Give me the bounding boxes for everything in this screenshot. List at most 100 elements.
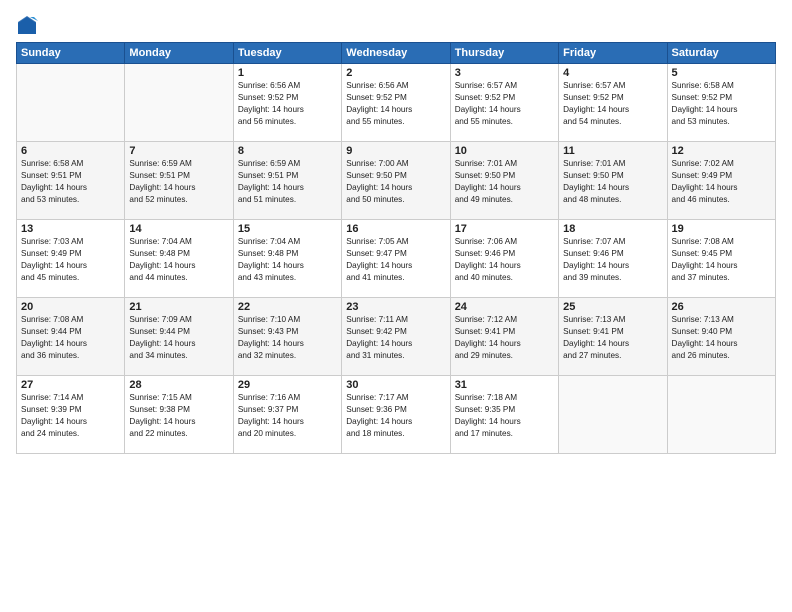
day-info: Sunrise: 6:56 AM Sunset: 9:52 PM Dayligh…	[346, 80, 445, 128]
calendar-cell: 5Sunrise: 6:58 AM Sunset: 9:52 PM Daylig…	[667, 64, 775, 142]
day-number: 26	[672, 301, 771, 313]
day-number: 24	[455, 301, 554, 313]
calendar-week-row: 27Sunrise: 7:14 AM Sunset: 9:39 PM Dayli…	[17, 376, 776, 454]
calendar-cell: 17Sunrise: 7:06 AM Sunset: 9:46 PM Dayli…	[450, 220, 558, 298]
day-info: Sunrise: 7:18 AM Sunset: 9:35 PM Dayligh…	[455, 392, 554, 440]
calendar-cell: 7Sunrise: 6:59 AM Sunset: 9:51 PM Daylig…	[125, 142, 233, 220]
day-number: 29	[238, 379, 337, 391]
calendar-cell: 30Sunrise: 7:17 AM Sunset: 9:36 PM Dayli…	[342, 376, 450, 454]
calendar-cell: 18Sunrise: 7:07 AM Sunset: 9:46 PM Dayli…	[559, 220, 667, 298]
day-number: 28	[129, 379, 228, 391]
day-number: 13	[21, 223, 120, 235]
calendar-cell: 15Sunrise: 7:04 AM Sunset: 9:48 PM Dayli…	[233, 220, 341, 298]
day-info: Sunrise: 6:58 AM Sunset: 9:51 PM Dayligh…	[21, 158, 120, 206]
day-number: 5	[672, 67, 771, 79]
calendar-cell: 14Sunrise: 7:04 AM Sunset: 9:48 PM Dayli…	[125, 220, 233, 298]
day-info: Sunrise: 6:57 AM Sunset: 9:52 PM Dayligh…	[455, 80, 554, 128]
calendar-table: SundayMondayTuesdayWednesdayThursdayFrid…	[16, 42, 776, 454]
calendar-cell: 24Sunrise: 7:12 AM Sunset: 9:41 PM Dayli…	[450, 298, 558, 376]
day-number: 15	[238, 223, 337, 235]
weekday-header-tuesday: Tuesday	[233, 43, 341, 64]
day-number: 1	[238, 67, 337, 79]
day-number: 3	[455, 67, 554, 79]
day-info: Sunrise: 7:04 AM Sunset: 9:48 PM Dayligh…	[129, 236, 228, 284]
day-number: 2	[346, 67, 445, 79]
day-info: Sunrise: 7:03 AM Sunset: 9:49 PM Dayligh…	[21, 236, 120, 284]
day-number: 8	[238, 145, 337, 157]
day-number: 27	[21, 379, 120, 391]
calendar-cell	[17, 64, 125, 142]
day-number: 16	[346, 223, 445, 235]
day-info: Sunrise: 7:06 AM Sunset: 9:46 PM Dayligh…	[455, 236, 554, 284]
calendar-cell	[559, 376, 667, 454]
day-info: Sunrise: 7:02 AM Sunset: 9:49 PM Dayligh…	[672, 158, 771, 206]
day-info: Sunrise: 7:08 AM Sunset: 9:44 PM Dayligh…	[21, 314, 120, 362]
weekday-header-monday: Monday	[125, 43, 233, 64]
day-number: 14	[129, 223, 228, 235]
day-number: 19	[672, 223, 771, 235]
calendar-cell: 21Sunrise: 7:09 AM Sunset: 9:44 PM Dayli…	[125, 298, 233, 376]
weekday-header-friday: Friday	[559, 43, 667, 64]
day-number: 23	[346, 301, 445, 313]
calendar-cell: 11Sunrise: 7:01 AM Sunset: 9:50 PM Dayli…	[559, 142, 667, 220]
calendar-cell: 8Sunrise: 6:59 AM Sunset: 9:51 PM Daylig…	[233, 142, 341, 220]
day-info: Sunrise: 7:07 AM Sunset: 9:46 PM Dayligh…	[563, 236, 662, 284]
weekday-header-sunday: Sunday	[17, 43, 125, 64]
calendar-cell: 6Sunrise: 6:58 AM Sunset: 9:51 PM Daylig…	[17, 142, 125, 220]
day-number: 10	[455, 145, 554, 157]
weekday-header-saturday: Saturday	[667, 43, 775, 64]
day-info: Sunrise: 7:13 AM Sunset: 9:41 PM Dayligh…	[563, 314, 662, 362]
calendar-cell	[125, 64, 233, 142]
calendar-week-row: 6Sunrise: 6:58 AM Sunset: 9:51 PM Daylig…	[17, 142, 776, 220]
weekday-header-wednesday: Wednesday	[342, 43, 450, 64]
day-number: 25	[563, 301, 662, 313]
day-number: 6	[21, 145, 120, 157]
calendar-cell: 9Sunrise: 7:00 AM Sunset: 9:50 PM Daylig…	[342, 142, 450, 220]
day-number: 18	[563, 223, 662, 235]
logo-icon	[16, 14, 38, 36]
day-info: Sunrise: 7:14 AM Sunset: 9:39 PM Dayligh…	[21, 392, 120, 440]
day-info: Sunrise: 6:56 AM Sunset: 9:52 PM Dayligh…	[238, 80, 337, 128]
day-number: 17	[455, 223, 554, 235]
calendar-cell: 28Sunrise: 7:15 AM Sunset: 9:38 PM Dayli…	[125, 376, 233, 454]
day-number: 30	[346, 379, 445, 391]
day-info: Sunrise: 7:04 AM Sunset: 9:48 PM Dayligh…	[238, 236, 337, 284]
day-number: 21	[129, 301, 228, 313]
day-number: 22	[238, 301, 337, 313]
calendar-week-row: 1Sunrise: 6:56 AM Sunset: 9:52 PM Daylig…	[17, 64, 776, 142]
calendar-cell: 20Sunrise: 7:08 AM Sunset: 9:44 PM Dayli…	[17, 298, 125, 376]
weekday-header-row: SundayMondayTuesdayWednesdayThursdayFrid…	[17, 43, 776, 64]
day-info: Sunrise: 7:10 AM Sunset: 9:43 PM Dayligh…	[238, 314, 337, 362]
calendar-cell: 22Sunrise: 7:10 AM Sunset: 9:43 PM Dayli…	[233, 298, 341, 376]
calendar-week-row: 20Sunrise: 7:08 AM Sunset: 9:44 PM Dayli…	[17, 298, 776, 376]
calendar-cell: 2Sunrise: 6:56 AM Sunset: 9:52 PM Daylig…	[342, 64, 450, 142]
day-info: Sunrise: 7:08 AM Sunset: 9:45 PM Dayligh…	[672, 236, 771, 284]
page: SundayMondayTuesdayWednesdayThursdayFrid…	[0, 0, 792, 612]
calendar-cell: 31Sunrise: 7:18 AM Sunset: 9:35 PM Dayli…	[450, 376, 558, 454]
day-info: Sunrise: 6:57 AM Sunset: 9:52 PM Dayligh…	[563, 80, 662, 128]
calendar-cell: 13Sunrise: 7:03 AM Sunset: 9:49 PM Dayli…	[17, 220, 125, 298]
calendar-week-row: 13Sunrise: 7:03 AM Sunset: 9:49 PM Dayli…	[17, 220, 776, 298]
day-info: Sunrise: 6:59 AM Sunset: 9:51 PM Dayligh…	[129, 158, 228, 206]
day-number: 4	[563, 67, 662, 79]
day-info: Sunrise: 7:09 AM Sunset: 9:44 PM Dayligh…	[129, 314, 228, 362]
calendar-cell: 16Sunrise: 7:05 AM Sunset: 9:47 PM Dayli…	[342, 220, 450, 298]
day-info: Sunrise: 7:16 AM Sunset: 9:37 PM Dayligh…	[238, 392, 337, 440]
calendar-cell: 1Sunrise: 6:56 AM Sunset: 9:52 PM Daylig…	[233, 64, 341, 142]
calendar-cell: 12Sunrise: 7:02 AM Sunset: 9:49 PM Dayli…	[667, 142, 775, 220]
day-number: 31	[455, 379, 554, 391]
calendar-cell: 4Sunrise: 6:57 AM Sunset: 9:52 PM Daylig…	[559, 64, 667, 142]
weekday-header-thursday: Thursday	[450, 43, 558, 64]
day-info: Sunrise: 7:05 AM Sunset: 9:47 PM Dayligh…	[346, 236, 445, 284]
day-number: 20	[21, 301, 120, 313]
day-info: Sunrise: 7:15 AM Sunset: 9:38 PM Dayligh…	[129, 392, 228, 440]
day-info: Sunrise: 7:13 AM Sunset: 9:40 PM Dayligh…	[672, 314, 771, 362]
logo	[16, 12, 40, 36]
day-number: 11	[563, 145, 662, 157]
day-info: Sunrise: 7:12 AM Sunset: 9:41 PM Dayligh…	[455, 314, 554, 362]
calendar-cell: 19Sunrise: 7:08 AM Sunset: 9:45 PM Dayli…	[667, 220, 775, 298]
calendar-cell: 25Sunrise: 7:13 AM Sunset: 9:41 PM Dayli…	[559, 298, 667, 376]
header	[16, 12, 776, 36]
day-number: 7	[129, 145, 228, 157]
day-number: 12	[672, 145, 771, 157]
